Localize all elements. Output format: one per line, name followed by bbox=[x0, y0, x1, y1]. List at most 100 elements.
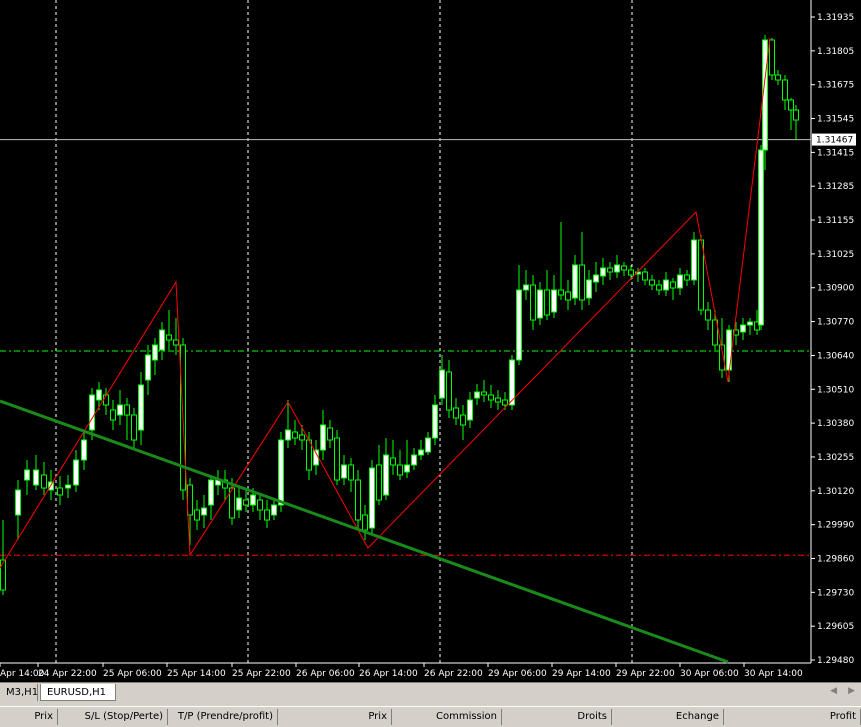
price-label: 1.31545 bbox=[817, 115, 854, 125]
bull-candle bbox=[236, 497, 242, 511]
bull-candle bbox=[138, 384, 144, 431]
chart-canvas[interactable]: 1.31935 1.31805 1.31675 1.31545 1.31415 1.312… bbox=[0, 0, 861, 682]
bull-candle bbox=[439, 369, 445, 399]
bear-candle bbox=[390, 457, 396, 466]
column-price-current[interactable]: Prix bbox=[278, 709, 392, 725]
bear-candle bbox=[110, 409, 116, 421]
bear-candle bbox=[579, 264, 585, 301]
price-label: 1.30640 bbox=[817, 351, 854, 361]
price-label: 1.29860 bbox=[817, 554, 854, 564]
bear-candle bbox=[397, 464, 403, 476]
bull-candle bbox=[278, 439, 284, 506]
column-profit[interactable]: Profit bbox=[724, 709, 861, 725]
bull-candle bbox=[586, 279, 592, 299]
column-swap[interactable]: Droits bbox=[502, 709, 612, 725]
bear-candle bbox=[41, 474, 47, 489]
bear-candle bbox=[782, 79, 788, 101]
bear-candle bbox=[57, 487, 63, 496]
time-label: 26 Apr 22:00 bbox=[424, 669, 483, 679]
bull-candle bbox=[537, 289, 543, 319]
price-label: 1.29990 bbox=[817, 521, 854, 531]
bull-candle bbox=[201, 507, 207, 516]
time-label: 25 Apr 22:00 bbox=[232, 669, 291, 679]
bull-candle bbox=[516, 289, 522, 361]
column-commission[interactable]: Commission bbox=[392, 709, 502, 725]
time-label: 30 Apr 14:00 bbox=[744, 669, 803, 679]
bear-candle bbox=[621, 265, 627, 271]
time-label: 29 Apr 22:00 bbox=[616, 669, 675, 679]
time-label: 25 Apr 06:00 bbox=[103, 669, 162, 679]
tab-label: M3,H1 bbox=[6, 687, 39, 698]
bear-candle bbox=[670, 281, 676, 289]
bear-candle bbox=[656, 284, 662, 291]
price-chart[interactable]: 1.31935 1.31805 1.31675 1.31545 1.31415 1.312… bbox=[0, 0, 861, 682]
time-label: 25 Apr 14:00 bbox=[167, 669, 226, 679]
bear-candle bbox=[327, 427, 333, 441]
bear-candle bbox=[495, 397, 501, 403]
bear-candle bbox=[446, 371, 452, 411]
bear-candle bbox=[460, 414, 466, 426]
time-label: 30 Apr 06:00 bbox=[680, 669, 739, 679]
bear-candle bbox=[292, 431, 298, 439]
bull-candle bbox=[663, 279, 669, 291]
bull-candle bbox=[271, 504, 277, 516]
scroll-right-icon[interactable]: ▶ bbox=[848, 686, 855, 696]
price-label: 1.30120 bbox=[817, 487, 854, 497]
bear-candle bbox=[0, 559, 6, 591]
bear-candle bbox=[257, 499, 263, 511]
price-label: 1.31935 bbox=[817, 13, 854, 23]
bear-candle bbox=[376, 464, 382, 501]
bear-candle bbox=[334, 437, 340, 481]
price-label: 1.31805 bbox=[817, 47, 854, 57]
bear-candle bbox=[607, 267, 613, 273]
bull-candle bbox=[404, 464, 410, 473]
column-price-open[interactable]: Prix bbox=[0, 709, 58, 725]
bear-candle bbox=[187, 484, 193, 516]
bull-candle bbox=[418, 449, 424, 456]
bear-candle bbox=[642, 271, 648, 281]
bear-candle bbox=[769, 39, 775, 76]
column-exchange[interactable]: Echange bbox=[612, 709, 724, 725]
bear-candle bbox=[299, 434, 305, 441]
bull-candle bbox=[250, 494, 256, 506]
bull-candle bbox=[96, 389, 102, 401]
bear-candle bbox=[530, 284, 536, 321]
bear-candle bbox=[705, 309, 711, 321]
bull-candle bbox=[432, 404, 438, 439]
bull-candle bbox=[285, 429, 291, 441]
time-label: 26 Apr 06:00 bbox=[296, 669, 355, 679]
column-take-profit[interactable]: T/P (Prendre/profit) bbox=[168, 709, 278, 725]
price-label: 1.30510 bbox=[817, 385, 854, 395]
bear-candle bbox=[481, 391, 487, 396]
bull-candle bbox=[341, 464, 347, 479]
bear-candle bbox=[131, 414, 137, 441]
trendline bbox=[0, 399, 729, 664]
chart-tab-strip: M3,H1 EURUSD,H1 ◀ ▶ bbox=[0, 682, 861, 703]
bear-candle bbox=[194, 509, 200, 521]
time-label: 26 Apr 14:00 bbox=[359, 669, 418, 679]
bear-candle bbox=[355, 479, 361, 521]
bull-candle bbox=[758, 149, 764, 326]
price-label: 1.29480 bbox=[817, 656, 854, 666]
price-label: 1.29605 bbox=[817, 622, 854, 632]
price-label: 1.30255 bbox=[817, 453, 854, 463]
bull-candle bbox=[81, 439, 87, 461]
price-label: 1.30900 bbox=[817, 284, 854, 294]
bull-candle bbox=[159, 329, 165, 351]
bull-candle bbox=[145, 354, 151, 381]
bull-candle bbox=[677, 274, 683, 289]
bull-candle bbox=[152, 344, 158, 361]
bull-candle bbox=[740, 324, 746, 333]
scroll-left-icon[interactable]: ◀ bbox=[830, 686, 837, 696]
bear-candle bbox=[488, 394, 494, 401]
column-stop-loss[interactable]: S/L (Stop/Perte) bbox=[58, 709, 168, 725]
price-label: 1.31285 bbox=[817, 182, 854, 192]
current-price-label: 1.31467 bbox=[816, 136, 853, 146]
tab-m3-h1[interactable]: M3,H1 bbox=[0, 684, 38, 701]
tab-eurusd-h1[interactable]: EURUSD,H1 bbox=[40, 684, 116, 701]
tab-label: EURUSD,H1 bbox=[47, 687, 107, 698]
price-label: 1.30380 bbox=[817, 419, 854, 429]
bear-candle bbox=[502, 399, 508, 406]
bear-candle bbox=[684, 274, 690, 281]
bull-candle bbox=[208, 479, 214, 506]
